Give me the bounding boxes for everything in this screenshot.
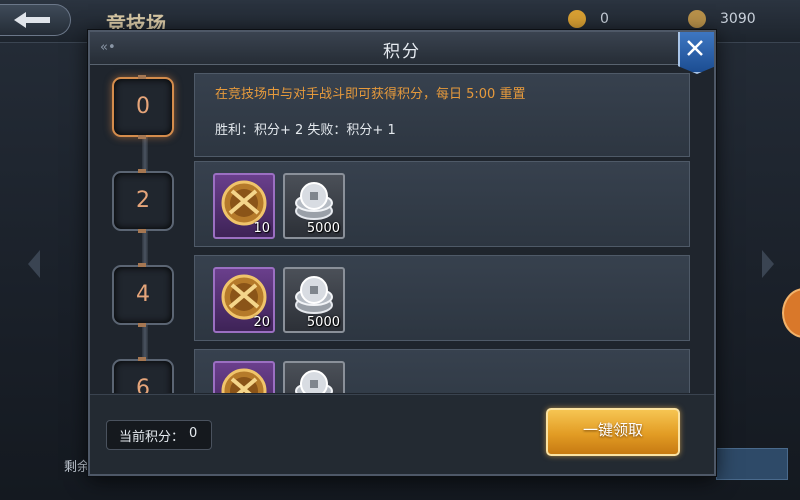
- info-description: 在竞技场中与对手战斗即可获得积分，每日 5:00 重置: [215, 87, 526, 102]
- sword-shield-medal-icon: [221, 180, 267, 226]
- modal-title: 积分: [383, 42, 421, 62]
- milestone-value: 4: [136, 282, 150, 307]
- modal-header: «• 积分: [90, 32, 714, 74]
- points-modal: «• 积分 0 2 4 6 在竞技场中与对手战斗即可获得积分，每日 5:00 重…: [88, 30, 716, 476]
- close-icon: [687, 40, 703, 56]
- reward-item-medal[interactable]: [213, 361, 275, 393]
- reward-row: 20 5000: [194, 255, 690, 341]
- item-count: 10: [253, 221, 270, 236]
- reward-item-coins[interactable]: 5000: [283, 267, 345, 333]
- sword-shield-medal-icon: [221, 274, 267, 320]
- milestone-value: 2: [136, 188, 150, 213]
- milestone-node: 4: [112, 263, 174, 327]
- milestone-list[interactable]: 0 2 4 6 在竞技场中与对手战斗即可获得积分，每日 5:00 重置 胜利：积…: [90, 65, 714, 393]
- honor-icon: [688, 10, 706, 28]
- item-count: 5000: [306, 315, 340, 330]
- silver-coins-icon: [295, 182, 333, 220]
- reward-item-medal[interactable]: 20: [213, 267, 275, 333]
- info-panel: 在竞技场中与对手战斗即可获得积分，每日 5:00 重置 胜利：积分+ 2 失败：…: [194, 73, 690, 157]
- item-count: 5000: [306, 221, 340, 236]
- current-points-label: 当前积分：: [119, 430, 185, 445]
- background-button[interactable]: [716, 448, 788, 480]
- reward-item-coins[interactable]: [283, 361, 345, 393]
- modal-footer: 当前积分： 0 一键领取: [90, 394, 714, 474]
- coin-icon: [568, 10, 586, 28]
- milestone-node: 2: [112, 169, 174, 233]
- next-arrow-icon[interactable]: [762, 250, 774, 278]
- milestone-node: 0: [112, 75, 174, 139]
- reward-row: 10 5000: [194, 161, 690, 247]
- milestone-node: 6: [112, 357, 174, 393]
- current-points-box: 当前积分： 0: [106, 420, 212, 450]
- prev-arrow-icon[interactable]: [28, 250, 40, 278]
- item-count: 20: [253, 315, 270, 330]
- currency-b-value: 3090: [720, 11, 756, 27]
- reward-item-coins[interactable]: 5000: [283, 173, 345, 239]
- claim-all-button[interactable]: 一键领取: [546, 408, 680, 456]
- currency-b: 3090: [688, 10, 756, 28]
- back-button[interactable]: [0, 4, 71, 36]
- silver-coins-icon: [295, 370, 333, 393]
- currency-a-value: 0: [600, 11, 609, 27]
- reward-row: [194, 349, 690, 393]
- back-arrow-icon: [14, 12, 50, 28]
- sword-shield-medal-icon: [221, 368, 267, 393]
- silver-coins-icon: [295, 276, 333, 314]
- current-points-value: 0: [189, 426, 198, 441]
- currency-a: 0: [568, 10, 609, 28]
- milestone-value: 0: [136, 94, 150, 119]
- reward-item-medal[interactable]: 10: [213, 173, 275, 239]
- info-scoring: 胜利：积分+ 2 失败：积分+ 1: [215, 123, 396, 138]
- milestone-value: 6: [136, 376, 150, 393]
- remain-label: 剩余: [64, 460, 91, 475]
- progress-track: [142, 105, 148, 393]
